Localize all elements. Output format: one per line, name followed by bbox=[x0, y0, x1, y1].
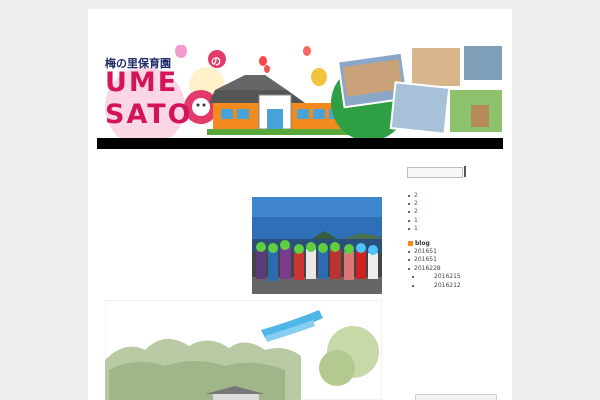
sidebar-banner[interactable] bbox=[415, 394, 497, 400]
blog-heading: blog bbox=[408, 240, 430, 247]
sidebar-archive-item[interactable]: 2 bbox=[408, 192, 418, 200]
blog-post-link[interactable]: 2016212 bbox=[408, 282, 461, 290]
sidebar-archive-item[interactable]: 1 bbox=[408, 225, 418, 233]
blog-post-link[interactable]: 2016215 bbox=[408, 273, 461, 281]
rss-icon bbox=[408, 241, 413, 246]
blog-post-link[interactable]: 2016228 bbox=[408, 265, 461, 273]
search-input[interactable] bbox=[407, 167, 463, 178]
blog-post-link[interactable]: 201651 bbox=[408, 248, 461, 256]
logo-line-2: SATO bbox=[105, 99, 193, 130]
children-photo-image bbox=[252, 197, 382, 294]
nursery-drawing bbox=[105, 300, 382, 400]
logo-line-1: UME bbox=[105, 67, 179, 98]
logo-badge: の bbox=[211, 57, 221, 68]
blog-heading-label: blog bbox=[415, 240, 430, 247]
sidebar-archive-item[interactable]: 2 bbox=[408, 208, 418, 216]
blog-post-link[interactable]: 201651 bbox=[408, 256, 461, 264]
sidebar-archive-item[interactable]: 2 bbox=[408, 200, 418, 208]
sidebar-archive-item[interactable]: 1 bbox=[408, 217, 418, 225]
page-container: 梅の里保育園 UME SATO の 2 2 2 1 1 blog 201651 … bbox=[88, 9, 512, 400]
header-divider-bar bbox=[97, 138, 503, 149]
sidebar-archive-list: 2 2 2 1 1 bbox=[408, 192, 418, 233]
site-header-banner[interactable]: 梅の里保育園 UME SATO の bbox=[97, 45, 503, 145]
blog-post-list: 201651 201651 2016228 2016215 2016212 bbox=[408, 248, 461, 290]
nursery-drawing-image bbox=[105, 300, 382, 400]
search-button[interactable] bbox=[464, 166, 466, 177]
children-photo bbox=[252, 197, 382, 294]
